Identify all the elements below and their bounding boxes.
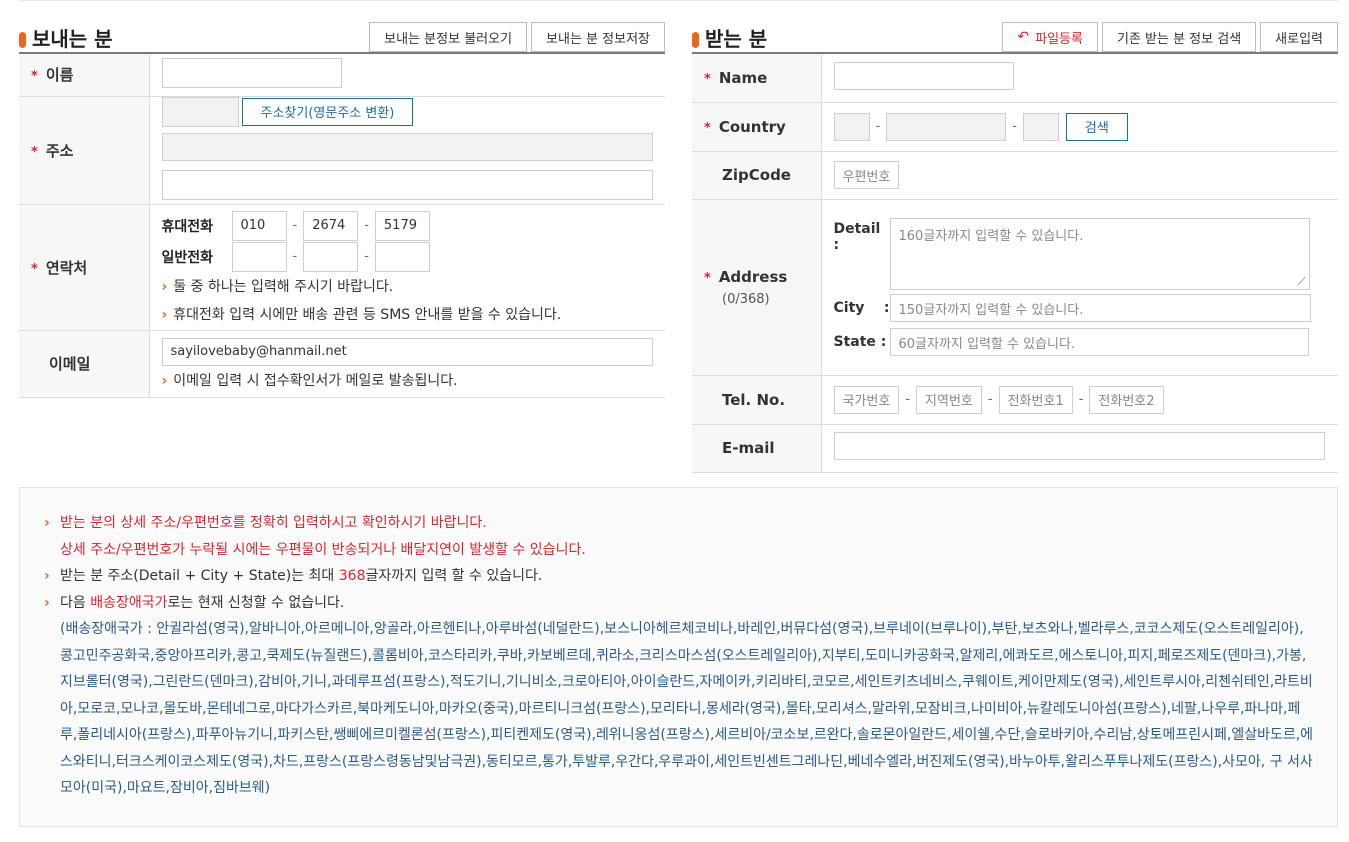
receiver-name-input[interactable] bbox=[833, 61, 1014, 90]
sender-email-input[interactable]: sayilovebaby@hanmail.net bbox=[161, 337, 653, 366]
country-label: * Country bbox=[692, 102, 822, 152]
notice-box: › 받는 분의 상세 주소/우편번호를 정확히 입력하시고 확인하시기 바랍니다.… bbox=[19, 487, 1338, 827]
file-register-button[interactable]: ↶ 파일등록 bbox=[1002, 22, 1098, 52]
sender-header: 보내는 분 보내는 분정보 불러오기 보내는 분 정보저장 bbox=[19, 22, 665, 54]
receiver-header: 받는 분 ↶ 파일등록 기존 받는 분 정보 검색 새로입력 bbox=[692, 22, 1338, 54]
state-label: State : bbox=[833, 334, 887, 350]
sender-name-label: * 이름 bbox=[19, 54, 150, 97]
search-receiver-button[interactable]: 기존 받는 분 정보 검색 bbox=[1101, 22, 1257, 52]
country-code-input[interactable] bbox=[833, 112, 870, 141]
resize-handle-icon[interactable]: ⟋ bbox=[1298, 275, 1306, 289]
address-count: (0/368) bbox=[722, 291, 770, 307]
landline-part3-input[interactable] bbox=[374, 241, 430, 272]
detail-textarea[interactable]: 160글자까지 입력할 수 있습니다. ⟋ bbox=[889, 218, 1310, 290]
city-input[interactable]: 150글자까지 입력할 수 있습니다. bbox=[889, 294, 1311, 322]
mobile-part3-input[interactable]: 5179 bbox=[374, 210, 430, 241]
sender-form: *이름 *주소 주소찾기(영문주소 변환) *연락처 휴대전화 010 - bbox=[19, 54, 665, 398]
sender-title: 보내는 분 bbox=[19, 23, 113, 52]
tel-area-input[interactable]: 지역번호 bbox=[916, 385, 982, 414]
address-search-button[interactable]: 주소찾기(영문주소 변환) bbox=[241, 97, 414, 126]
state-input[interactable]: 60글자까지 입력할 수 있습니다. bbox=[889, 328, 1309, 356]
email-note: › 이메일 입력 시 접수확인서가 메일로 발송됩니다. bbox=[161, 372, 458, 389]
contact-note-2: › 휴대전화 입력 시에만 배송 관련 등 SMS 안내를 받을 수 있습니다. bbox=[161, 306, 562, 323]
receiver-title-text: 받는 분 bbox=[705, 27, 768, 51]
contact-note-1: › 둘 중 하나는 입력해 주시기 바랍니다. bbox=[161, 278, 394, 295]
sender-address-label: * 주소 bbox=[19, 96, 150, 205]
mobile-label: 휴대전화 bbox=[161, 218, 214, 235]
city-label: City : bbox=[833, 300, 890, 316]
load-sender-button[interactable]: 보내는 분정보 불러오기 bbox=[369, 22, 528, 52]
sender-address2-input[interactable] bbox=[161, 169, 653, 200]
notice-line-1: › 받는 분의 상세 주소/우편번호를 정확히 입력하시고 확인하시기 바랍니다. bbox=[44, 515, 487, 531]
country-name-input[interactable] bbox=[886, 112, 1007, 141]
receiver-email-label: E-mail bbox=[692, 424, 822, 473]
sender-name-input[interactable] bbox=[161, 57, 342, 88]
tel-number1-input[interactable]: 전화번호1 bbox=[998, 385, 1073, 414]
tel-label: Tel. No. bbox=[692, 375, 822, 425]
top-divider bbox=[19, 0, 1338, 1]
undo-arrow-icon: ↶ bbox=[1017, 29, 1030, 45]
landline-part2-input[interactable] bbox=[303, 241, 359, 272]
bullet-icon bbox=[692, 31, 699, 48]
zipcode-label: ZipCode bbox=[692, 151, 822, 200]
zipcode-input[interactable]: 우편번호 bbox=[833, 161, 900, 189]
mobile-part1-input[interactable]: 010 bbox=[231, 210, 287, 241]
tel-country-input[interactable]: 국가번호 bbox=[833, 385, 900, 414]
landline-label: 일반전화 bbox=[161, 249, 214, 266]
country-search-button[interactable]: 검색 bbox=[1065, 112, 1128, 141]
blocked-countries-list: (배송장애국가 : 안귈라섬(영국),알바니아,아르메니아,앙골라,아르헨티나,… bbox=[60, 621, 1314, 796]
notice-line-2: 상세 주소/우편번호가 누락될 시에는 우편물이 반송되거나 배달지연이 발생할… bbox=[60, 541, 586, 558]
country-sub-input[interactable] bbox=[1022, 112, 1059, 141]
notice-line-4: › 다음 배송장애국가로는 현재 신청할 수 없습니다. bbox=[44, 594, 345, 611]
receiver-email-input[interactable] bbox=[833, 432, 1325, 460]
receiver-title: 받는 분 bbox=[692, 23, 767, 52]
sender-contact-label: * 연락처 bbox=[19, 204, 150, 331]
sender-email-label: 이메일 bbox=[19, 330, 150, 398]
tel-number2-input[interactable]: 전화번호2 bbox=[1089, 385, 1164, 414]
sender-section: 보내는 분 보내는 분정보 불러오기 보내는 분 정보저장 * 이름 * 주소 주소… bbox=[19, 22, 665, 398]
receiver-name-label: * Name bbox=[692, 54, 822, 103]
bullet-icon bbox=[19, 31, 26, 48]
detail-label: Detail : bbox=[833, 221, 881, 253]
receiver-form: * Name * Country - - 검색 ZipCode 우편번호 * A… bbox=[692, 54, 1338, 473]
new-input-button[interactable]: 새로입력 bbox=[1260, 22, 1338, 52]
landline-part1-input[interactable] bbox=[231, 241, 287, 272]
sender-address1-input[interactable] bbox=[161, 132, 653, 161]
save-sender-button[interactable]: 보내는 분 정보저장 bbox=[531, 22, 665, 52]
mobile-part2-input[interactable]: 2674 bbox=[303, 210, 359, 241]
notice-line-3: › 받는 분 주소(Detail + City + State)는 최대 368글… bbox=[44, 568, 543, 584]
sender-title-text: 보내는 분 bbox=[32, 27, 113, 51]
address-label: * Address (0/368) bbox=[692, 199, 822, 376]
sender-zip-input[interactable] bbox=[161, 96, 239, 127]
receiver-section: 받는 분 ↶ 파일등록 기존 받는 분 정보 검색 새로입력 * Name * Cou… bbox=[692, 22, 1338, 473]
